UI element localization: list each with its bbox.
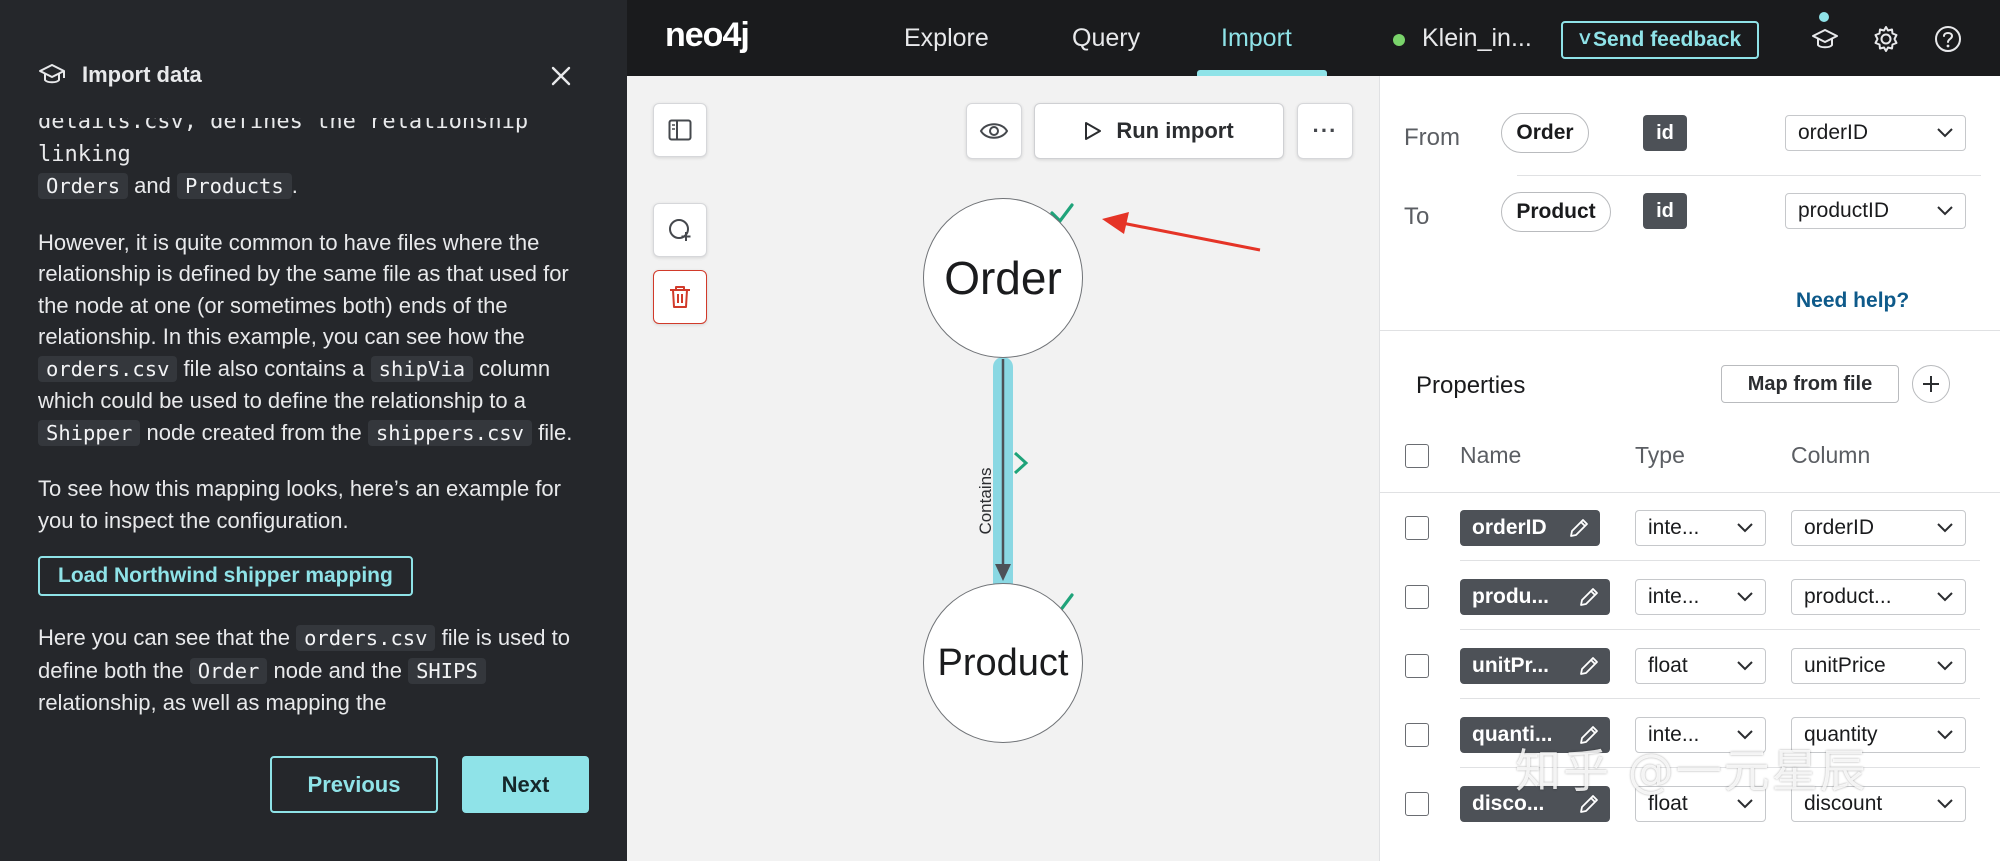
- from-column-select[interactable]: orderID: [1785, 115, 1966, 151]
- property-type-select[interactable]: float: [1635, 648, 1766, 684]
- node-order[interactable]: Order: [923, 198, 1083, 358]
- property-column-select[interactable]: unitPrice: [1791, 648, 1966, 684]
- tab-explore[interactable]: Explore: [904, 24, 989, 53]
- next-button[interactable]: Next: [462, 756, 589, 813]
- relationship-valid-icon: [1013, 451, 1029, 475]
- chevron-down-icon: [1737, 523, 1753, 533]
- select-all-checkbox[interactable]: [1405, 444, 1429, 468]
- annotation-arrowhead: [1102, 212, 1129, 234]
- chevron-down-icon: [1937, 592, 1953, 602]
- row-checkbox[interactable]: [1405, 585, 1429, 609]
- property-name-chip[interactable]: unitPr...: [1460, 648, 1610, 684]
- property-name-chip[interactable]: produ...: [1460, 579, 1610, 615]
- pencil-icon[interactable]: [1578, 586, 1600, 608]
- column-header-name: Name: [1460, 442, 1522, 468]
- chevron-down-icon: [1937, 730, 1953, 740]
- row-checkbox[interactable]: [1405, 516, 1429, 540]
- tab-import[interactable]: Import: [1221, 24, 1292, 53]
- load-shipper-mapping-button[interactable]: Load Northwind shipper mapping: [38, 556, 413, 596]
- chevron-down-icon: [1937, 523, 1953, 533]
- plus-icon: [1923, 376, 1939, 392]
- from-label: From: [1404, 124, 1460, 151]
- from-id-badge: id: [1643, 115, 1687, 151]
- property-column-select[interactable]: orderID: [1791, 510, 1966, 546]
- connection-status-dot: [1393, 34, 1405, 46]
- chevron-down-icon: [1937, 661, 1953, 671]
- column-header-type: Type: [1635, 442, 1685, 468]
- chevron-down-icon: [1937, 206, 1953, 216]
- guide-paragraph-2: However, it is quite common to have file…: [38, 229, 573, 446]
- to-label: To: [1404, 203, 1430, 230]
- property-name-chip[interactable]: orderID: [1460, 510, 1600, 546]
- relationship-label: Contains: [976, 467, 995, 534]
- graph-edges: Contains: [976, 203, 1261, 661]
- to-column-select[interactable]: productID: [1785, 193, 1966, 229]
- chevron-down-icon: [1937, 799, 1953, 809]
- tab-query[interactable]: Query: [1072, 24, 1140, 53]
- properties-title: Properties: [1416, 372, 1526, 399]
- panel-header: Import data: [38, 62, 202, 88]
- annotation-arrow: [1116, 220, 1261, 252]
- row-checkbox[interactable]: [1405, 792, 1429, 816]
- pencil-icon[interactable]: [1568, 517, 1590, 539]
- pencil-icon[interactable]: [1578, 655, 1600, 677]
- import-guide-panel: Import data details.csv, defines the rel…: [0, 0, 627, 861]
- chevron-down-icon: [1737, 592, 1753, 602]
- notification-dot: [1819, 12, 1829, 22]
- send-feedback-button[interactable]: ˅ Send feedback: [1561, 21, 1759, 59]
- watermark: 知乎 @一元星辰: [1515, 744, 1868, 798]
- gear-icon[interactable]: [1871, 24, 1901, 54]
- panel-title: Import data: [82, 62, 202, 87]
- property-type-select[interactable]: inte...: [1635, 510, 1766, 546]
- chevron-icon: ˅: [1578, 28, 1592, 51]
- column-header-column: Column: [1791, 442, 1871, 468]
- row-checkbox[interactable]: [1405, 654, 1429, 678]
- chevron-down-icon: [1937, 128, 1953, 138]
- guide-paragraph-4: Here you can see that the orders.csv fil…: [38, 625, 570, 715]
- help-icon[interactable]: [1933, 24, 1963, 54]
- guide-paragraph-1: details.csv, defines the relationship li…: [38, 118, 529, 199]
- top-navigation: neo4j Explore Query Import Klein_in... ˅…: [627, 0, 2000, 76]
- database-name[interactable]: Klein_in...: [1422, 24, 1532, 53]
- map-from-file-button[interactable]: Map from file: [1721, 365, 1899, 403]
- add-property-button[interactable]: [1912, 365, 1950, 403]
- property-column-select[interactable]: product...: [1791, 579, 1966, 615]
- guide-paragraph-3: To see how this mapping looks, here’s an…: [38, 476, 561, 533]
- row-checkbox[interactable]: [1405, 723, 1429, 747]
- to-node-pill[interactable]: Product: [1501, 192, 1611, 232]
- graph-canvas[interactable]: Run import ··· Contains Order Product: [627, 76, 1379, 861]
- chevron-down-icon: [1737, 661, 1753, 671]
- neo4j-logo: neo4j: [665, 16, 750, 54]
- guide-text: details.csv, defines the relationship li…: [38, 118, 588, 728]
- graduation-cap-icon: [39, 64, 65, 84]
- need-help-link[interactable]: Need help?: [1796, 289, 1909, 313]
- learn-icon[interactable]: [1810, 24, 1840, 54]
- previous-button[interactable]: Previous: [270, 756, 438, 813]
- to-id-badge: id: [1643, 193, 1687, 229]
- from-node-pill[interactable]: Order: [1501, 113, 1589, 153]
- property-type-select[interactable]: inte...: [1635, 579, 1766, 615]
- node-product[interactable]: Product: [923, 583, 1083, 743]
- close-icon[interactable]: [547, 62, 575, 90]
